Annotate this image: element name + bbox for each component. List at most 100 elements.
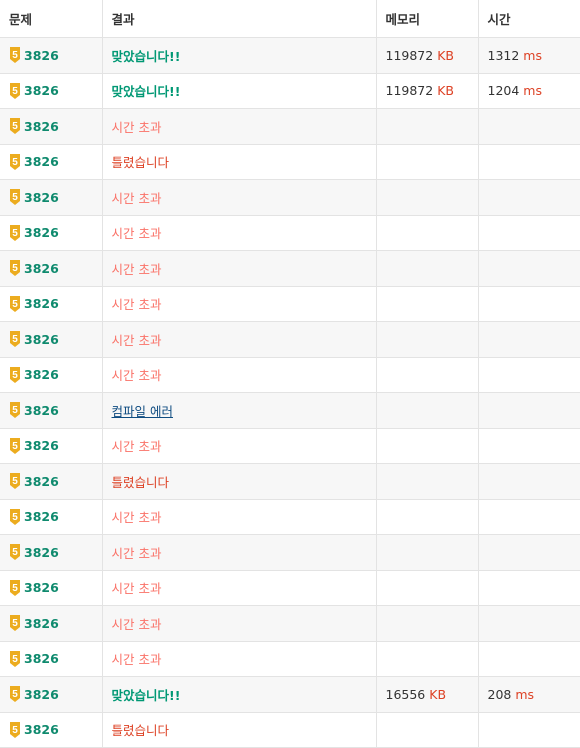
problem-link[interactable]: 3826 — [24, 687, 59, 702]
table-row: 5 3826 맞았습니다!! 119872 KB 1312 ms — [0, 37, 580, 74]
memory-unit: KB — [437, 83, 454, 99]
result-cell: 컴파일 에러 — [101, 392, 377, 429]
memory-cell — [375, 179, 479, 216]
problem-cell: 5 3826 — [0, 143, 103, 180]
table-row: 5 3826 시간 초과 — [0, 214, 580, 251]
problem-link[interactable]: 3826 — [24, 509, 59, 524]
result-cell: 맞았습니다!! — [101, 676, 377, 713]
svg-text:5: 5 — [12, 441, 18, 452]
svg-text:5: 5 — [12, 334, 18, 345]
result-cell: 시간 초과 — [101, 569, 377, 606]
memory-cell — [375, 250, 479, 287]
table-row: 5 3826 시간 초과 — [0, 427, 580, 464]
problem-link[interactable]: 3826 — [24, 403, 59, 418]
svg-text:5: 5 — [12, 228, 18, 239]
problem-cell: 5 3826 — [0, 534, 103, 571]
problem-link[interactable]: 3826 — [24, 474, 59, 489]
table-row: 5 3826 맞았습니다!! 119872 KB 1204 ms — [0, 72, 580, 109]
result-tle: 시간 초과 — [111, 119, 162, 135]
svg-text:5: 5 — [12, 725, 18, 736]
memory-cell: 119872 KB — [375, 72, 479, 109]
table-row: 5 3826 시간 초과 — [0, 498, 580, 535]
result-cell: 시간 초과 — [101, 427, 377, 464]
result-tle: 시간 초과 — [111, 190, 162, 206]
time-cell — [477, 711, 580, 748]
time-cell — [477, 143, 580, 180]
result-tle: 시간 초과 — [111, 545, 162, 561]
time-cell — [477, 498, 580, 535]
problem-link[interactable]: 3826 — [24, 154, 59, 169]
time-cell — [477, 285, 580, 322]
result-cell: 틀렸습니다 — [101, 143, 377, 180]
svg-text:5: 5 — [12, 370, 18, 381]
problem-link[interactable]: 3826 — [24, 119, 59, 134]
svg-text:5: 5 — [12, 192, 18, 203]
memory-cell — [375, 356, 479, 393]
time-cell: 1204 ms — [477, 72, 580, 109]
problem-link[interactable]: 3826 — [24, 48, 59, 63]
problem-link[interactable]: 3826 — [24, 722, 59, 737]
result-ce[interactable]: 컴파일 에러 — [112, 404, 173, 419]
result-tle: 시간 초과 — [111, 261, 162, 277]
problem-cell: 5 3826 — [0, 711, 103, 748]
table-row: 5 3826 시간 초과 — [0, 569, 580, 606]
problem-cell: 5 3826 — [0, 285, 103, 322]
problem-link[interactable]: 3826 — [24, 651, 59, 666]
result-cell: 틀렸습니다 — [101, 463, 377, 500]
result-tle: 시간 초과 — [111, 226, 162, 242]
memory-value: 16556 — [385, 686, 426, 702]
memory-cell — [375, 427, 479, 464]
memory-cell: 119872 KB — [375, 37, 479, 74]
result-tle: 시간 초과 — [111, 616, 162, 632]
result-cell: 시간 초과 — [101, 605, 377, 642]
problem-cell: 5 3826 — [0, 392, 103, 429]
problem-cell: 5 3826 — [0, 214, 103, 251]
time-value: 1312 — [487, 47, 520, 63]
time-unit: ms — [515, 686, 535, 702]
result-wa: 틀렸습니다 — [111, 723, 170, 739]
result-cell: 시간 초과 — [101, 498, 377, 535]
table-header-row: 문제 결과 메모리 시간 — [0, 0, 580, 38]
problem-link[interactable]: 3826 — [24, 225, 59, 240]
memory-cell — [375, 214, 479, 251]
silver-5-tier-icon: 5 — [9, 118, 21, 135]
problem-link[interactable]: 3826 — [24, 261, 59, 276]
table-row: 5 3826 시간 초과 — [0, 108, 580, 145]
problem-link[interactable]: 3826 — [24, 83, 59, 98]
result-tle: 시간 초과 — [111, 368, 162, 384]
result-cell: 시간 초과 — [101, 640, 377, 677]
svg-text:5: 5 — [12, 618, 18, 629]
result-tle: 시간 초과 — [111, 510, 162, 526]
problem-link[interactable]: 3826 — [24, 190, 59, 205]
result-cell: 맞았습니다!! — [101, 37, 377, 74]
memory-cell — [375, 640, 479, 677]
problem-link[interactable]: 3826 — [24, 545, 59, 560]
problem-link[interactable]: 3826 — [24, 332, 59, 347]
result-cell: 시간 초과 — [101, 214, 377, 251]
table-row: 5 3826 시간 초과 — [0, 250, 580, 287]
problem-link[interactable]: 3826 — [24, 367, 59, 382]
problem-cell: 5 3826 — [0, 179, 103, 216]
time-cell — [477, 214, 580, 251]
time-unit: ms — [523, 83, 542, 99]
table-row: 5 3826 시간 초과 — [0, 356, 580, 393]
problem-link[interactable]: 3826 — [24, 296, 59, 311]
time-value: 1204 — [487, 83, 520, 99]
problem-link[interactable]: 3826 — [24, 616, 59, 631]
time-cell — [477, 392, 580, 429]
time-cell — [477, 640, 580, 677]
silver-5-tier-icon: 5 — [9, 260, 21, 277]
silver-5-tier-icon: 5 — [9, 615, 21, 632]
problem-link[interactable]: 3826 — [24, 438, 59, 453]
memory-unit: KB — [429, 686, 447, 702]
result-tle: 시간 초과 — [111, 581, 162, 597]
time-cell — [477, 356, 580, 393]
result-cell: 시간 초과 — [101, 250, 377, 287]
result-wa: 틀렸습니다 — [111, 474, 170, 490]
silver-5-tier-icon: 5 — [9, 437, 21, 454]
problem-link[interactable]: 3826 — [24, 580, 59, 595]
result-cell: 시간 초과 — [101, 356, 377, 393]
result-cell: 맞았습니다!! — [101, 72, 377, 109]
memory-cell — [375, 711, 479, 748]
table-row: 5 3826 컴파일 에러 — [0, 392, 580, 429]
